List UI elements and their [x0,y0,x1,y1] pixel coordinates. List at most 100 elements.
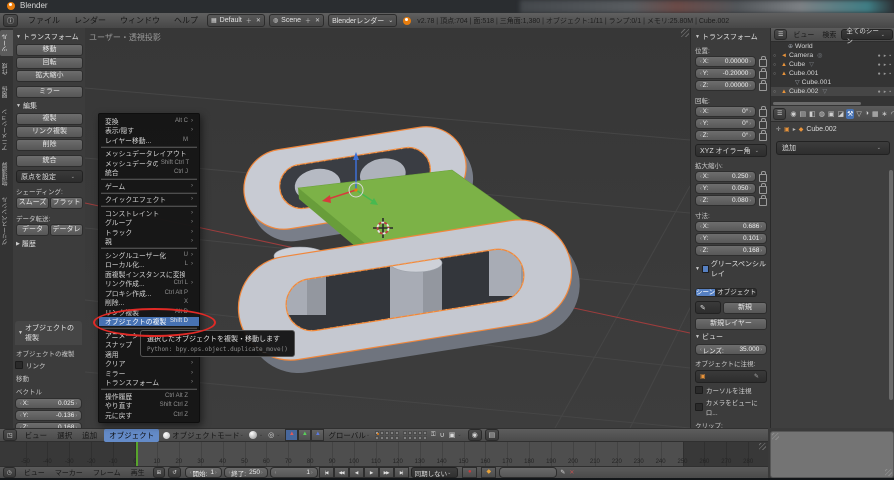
context-menu-item[interactable]: 削除... X [99,298,199,308]
pivot-center-icon[interactable]: ◎ [268,431,274,439]
viewport-menu[interactable]: ビュー [20,430,53,441]
layer-button[interactable] [390,436,394,440]
lock-icon[interactable] [759,174,767,182]
dimension-field[interactable]: ‹Z: 0.168› [695,245,767,256]
scale-field[interactable]: ‹X: 0.250› [695,171,756,182]
rotation-field[interactable]: ‹Z: 0°› [695,130,756,141]
shelf-tab[interactable]: アニメーション [0,105,13,155]
panel-header-edit[interactable]: ▼ 編集 [16,101,83,111]
scale-field[interactable]: ‹Z: 0.080› [695,195,756,206]
lock-icon[interactable]: ⚿ [431,432,436,439]
layer-button[interactable] [418,431,422,435]
lock-camera-to-view-row[interactable]: カメラをビューにロ... [695,397,767,417]
lock-icon[interactable] [759,109,767,117]
properties-tab-icon[interactable]: ◑ [864,109,870,119]
tool-button[interactable]: 回転 [16,57,83,69]
render-engine-selector[interactable]: Blenderレンダー ⌄ [328,14,397,27]
context-menu-item[interactable]: メッシュデータレイアウトを転送 [99,149,199,159]
menubar-item[interactable]: ヘルプ [167,15,205,26]
display-filter-dropdown[interactable]: 全てのシーン ⌄ [841,29,893,40]
context-menu-item[interactable]: 面複製インスタンスに変換 [99,269,199,279]
mode-dropdown[interactable]: オブジェクトモード [172,430,240,441]
layer-button[interactable] [423,431,427,435]
location-field[interactable]: ‹Y: -0.20000› [695,68,756,79]
scale-manipulator-icon[interactable]: ▲ [311,429,324,441]
dimension-field[interactable]: ‹X: 0.686› [695,221,767,232]
close-scene-icon[interactable]: ✕ [315,17,320,24]
properties-tab-icon[interactable]: ▤ [799,109,808,119]
context-menu-item[interactable]: ローカル化... L › [99,260,199,270]
rotation-field[interactable]: ‹X: 0°› [695,106,756,117]
outliner-menu[interactable]: 検索 [819,30,839,40]
region-resize-grip[interactable] [885,469,892,476]
context-menu-item[interactable]: メッシュデータの転送 Shift Ctrl T [99,158,199,168]
tool-button[interactable]: 削除 [16,139,83,151]
lock-icon[interactable] [759,59,767,67]
properties-tab-icon[interactable]: ◠ [890,109,894,119]
sync-dropdown[interactable]: 同期しない ⌄ [411,467,459,478]
shading-button[interactable]: フラット [50,197,83,209]
snap-element-icon[interactable]: ▣ [449,431,456,439]
shading-button[interactable]: スムーズ [16,197,49,209]
use-preview-range-icon[interactable]: ⊞ [153,467,166,478]
tool-button[interactable]: 拡大縮小 [16,70,83,82]
keying-set-field[interactable] [499,467,557,478]
context-menu-item[interactable]: リンク複製 Alt D [99,307,199,317]
context-menu-item[interactable]: やり直す Shift Ctrl Z [99,401,199,411]
layer-button[interactable] [413,436,417,440]
context-menu-item[interactable]: 表示/隠す › [99,126,199,136]
translate-manipulator-icon[interactable]: ▲ [285,429,298,441]
close-layout-icon[interactable]: ✕ [256,17,261,24]
properties-tab-icon[interactable]: ∗ [881,109,889,119]
expander-icon[interactable]: ○ [773,62,779,68]
panel-header-grease-pencil[interactable]: ▼ グリースペンシルレイ [695,259,767,279]
vertical-scrollbar[interactable] [889,170,893,400]
add-layout-icon[interactable]: ＋ [246,16,252,25]
set-origin-dropdown[interactable]: 原点を設定 ⌄ [16,170,83,183]
checkbox-icon[interactable] [695,386,703,394]
eyedropper-icon[interactable]: ✎ [754,373,759,380]
expander-icon[interactable]: ○ [773,53,779,59]
outliner-row[interactable]: ○ ◄ Camera ◎ ● ▸ ▪ [771,51,894,60]
checkbox-icon[interactable] [695,403,703,411]
end-frame-field[interactable]: ‹終了: 250› [224,467,268,478]
tool-button[interactable]: 統合 [16,155,83,167]
screen-layout-selector[interactable]: ▦ Default ＋ ✕ [207,14,265,27]
add-modifier-dropdown[interactable]: 追加 ⌄ [776,141,890,155]
viewport-shading-icon[interactable] [249,431,257,439]
start-frame-field[interactable]: ‹開始: 1› [185,467,222,478]
playback-button[interactable]: ◀ [349,467,364,478]
region-resize-grip[interactable] [759,443,766,450]
gp-new-button[interactable]: 新規 [723,302,767,314]
layer-button[interactable] [385,431,389,435]
grease-pencil-source-tab[interactable]: シーン [695,288,716,297]
context-menu-item[interactable]: リンク作成... Ctrl L › [99,279,199,289]
panel-header-view[interactable]: ▼ ビュー [695,332,767,342]
tool-button[interactable]: 複製 [16,113,83,125]
context-menu-item[interactable]: コンストレイント › [99,208,199,218]
timeline-menu[interactable]: 再生 [126,468,150,478]
location-field[interactable]: ‹Z: 0.00000› [695,80,756,91]
context-menu-item[interactable]: 元に戻す Ctrl Z [99,410,199,420]
editor-type-button[interactable]: ◳ [3,429,17,441]
editor-type-button[interactable]: ☰ [773,108,786,120]
region-resize-grip[interactable] [681,29,689,37]
lock-icon[interactable] [759,186,767,194]
add-scene-icon[interactable]: ＋ [305,16,311,25]
context-menu-item[interactable]: シングルユーザー化 U › [99,250,199,260]
dimension-field[interactable]: ‹Y: 0.101› [695,233,767,244]
object-menu-button[interactable]: オブジェクト [104,429,159,442]
pin-icon[interactable]: ✛ [776,126,781,133]
expander-icon[interactable]: ○ [773,71,779,77]
opengl-render-button[interactable]: ◉ [468,429,482,441]
operator-panel-header[interactable]: ▼ オブジェクトの複製 [15,321,82,345]
lock-to-cursor-row[interactable]: カーソルを注視 [695,385,767,395]
current-frame-field[interactable]: ‹ 1 › [270,467,318,478]
tool-button[interactable]: 移動 [16,44,83,56]
record-icon[interactable]: ● [462,467,477,478]
properties-tab-icon[interactable]: ▦ [871,109,880,119]
shelf-tab[interactable]: ツール [0,30,13,56]
draw-tool-dropdown[interactable]: ✎ [695,301,721,314]
properties-tab-icon[interactable]: ⚒ [846,109,854,119]
menubar-item[interactable]: ファイル [21,15,67,26]
